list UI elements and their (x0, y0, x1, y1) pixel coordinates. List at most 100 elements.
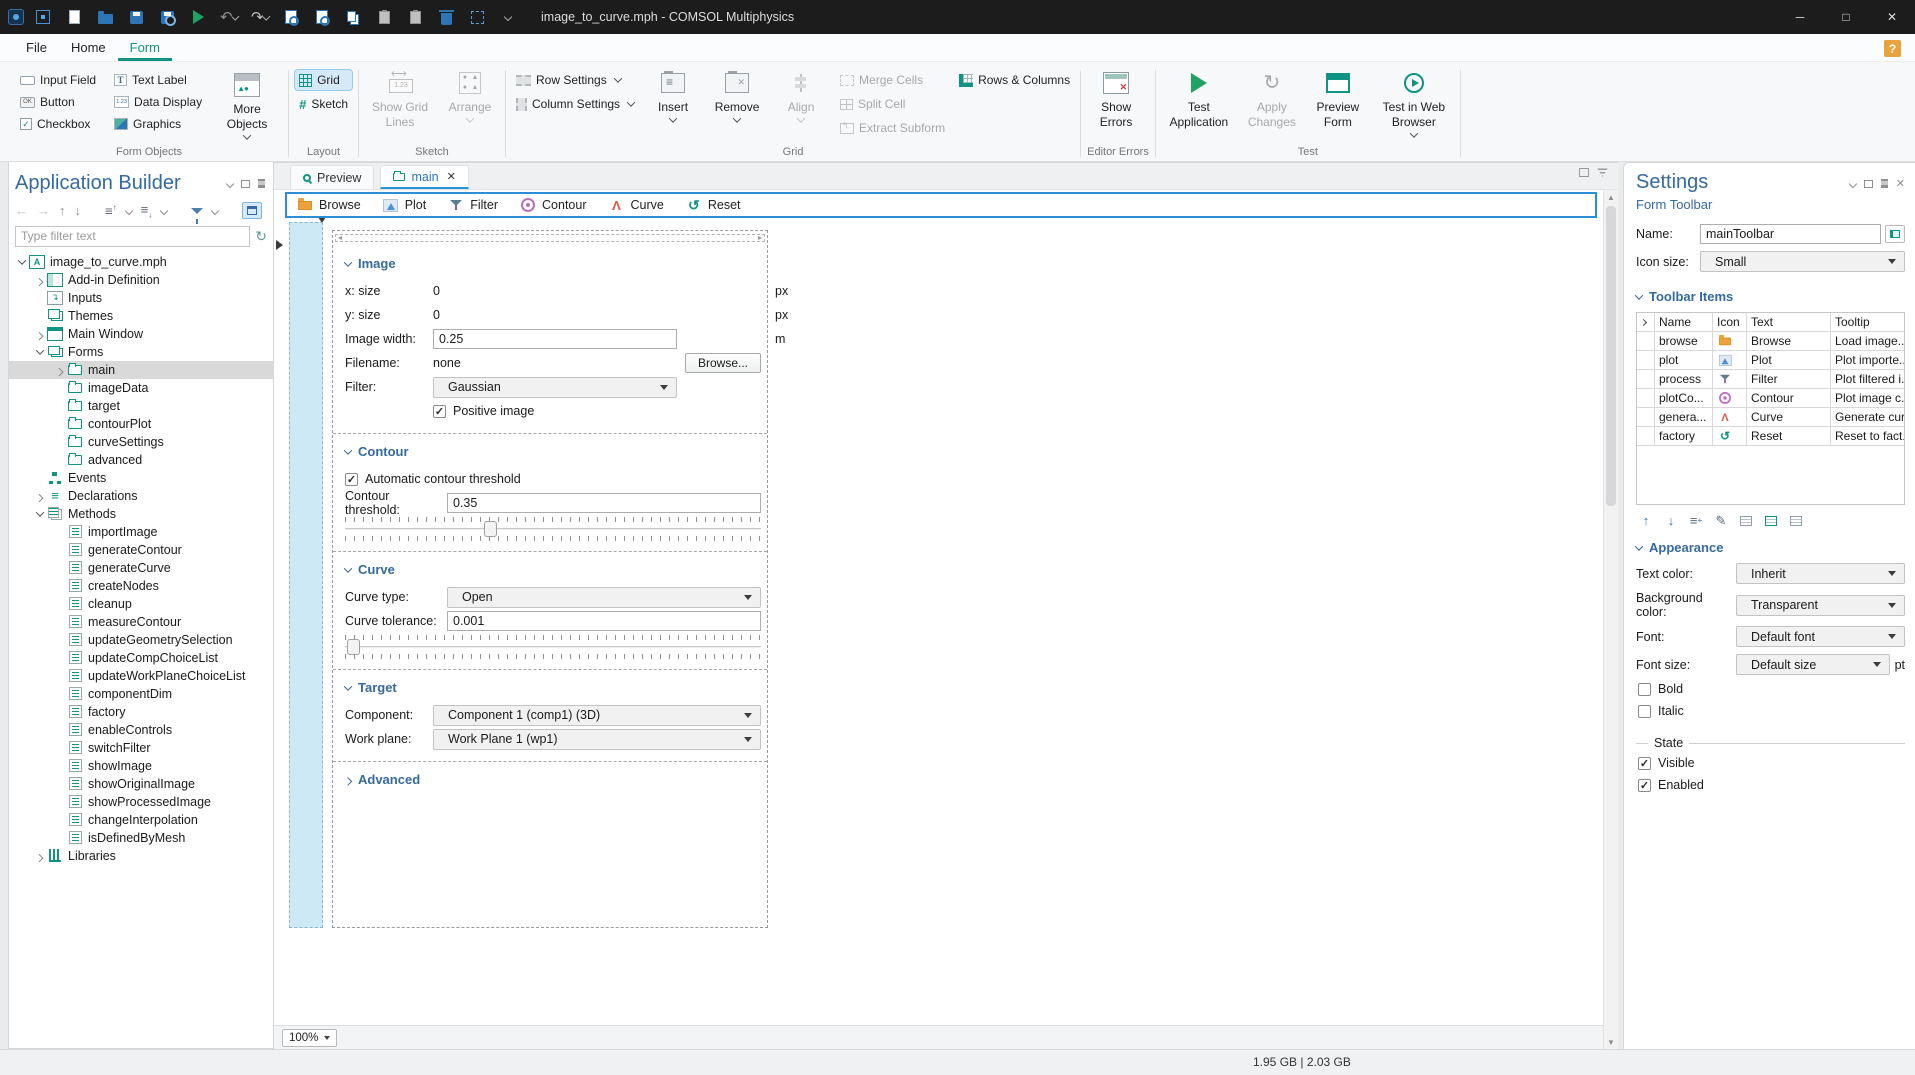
tree-item[interactable]: enableControls (9, 721, 273, 739)
positive-image-checkbox[interactable] (433, 404, 446, 418)
text-color-dropdown[interactable]: Inherit (1736, 563, 1905, 584)
add-item-icon[interactable]: ≡ + (1688, 513, 1704, 528)
tree-item[interactable]: cleanup (9, 595, 273, 613)
collapse-section-icon[interactable] (343, 681, 353, 691)
curve-type-dropdown[interactable]: Open (447, 586, 761, 608)
compile-icon[interactable] (313, 8, 331, 26)
tree-item[interactable]: importImage (9, 523, 273, 541)
editor-vertical-scrollbar[interactable]: ▲ ▼ (1603, 190, 1618, 1049)
icon-cell[interactable] (1713, 351, 1747, 370)
table-row[interactable]: plot Plot Plot importe... (1637, 351, 1904, 370)
tree-expander-icon[interactable] (53, 367, 67, 373)
show-grid-lines-button[interactable]: Show Grid Lines (365, 66, 435, 130)
preview-file-icon[interactable] (282, 8, 300, 26)
split-cell-button[interactable]: Split Cell (836, 94, 949, 114)
tree-item[interactable]: image_to_curve.mph (9, 253, 273, 271)
tree-item[interactable]: generateCurve (9, 559, 273, 577)
tooltip-cell[interactable]: Generate cur... (1831, 408, 1904, 427)
contour-threshold-slider[interactable] (345, 517, 761, 541)
close-panel-icon[interactable]: ✕ (1896, 177, 1905, 190)
show-errors-button[interactable]: Show Errors (1087, 66, 1145, 130)
tooltip-cell[interactable]: Plot filtered i... (1831, 370, 1904, 389)
data-display-button[interactable]: 1.23 Data Display (110, 92, 206, 112)
icon-cell[interactable] (1713, 370, 1747, 389)
close-tab-icon[interactable]: ✕ (447, 170, 456, 183)
name-cell[interactable]: plotCo... (1655, 389, 1713, 408)
tree-item[interactable]: contourPlot (9, 415, 273, 433)
panel-menu-chevron-icon[interactable] (225, 179, 235, 188)
tree-item[interactable]: Add-in Definition (9, 271, 273, 289)
text-cell[interactable]: Filter (1747, 370, 1831, 389)
test-in-web-browser-button[interactable]: Test in Web Browser (1374, 66, 1454, 138)
form-toolbar-object[interactable]: Browse Plot Filter Contour Λ Curve ↺ Res… (285, 192, 1597, 218)
save-as-icon[interactable] (158, 8, 176, 26)
chevron-down-icon[interactable] (159, 206, 169, 216)
float-panel-icon[interactable] (1863, 179, 1873, 188)
customize-toolbar-chevron-icon[interactable] (499, 8, 517, 26)
text-cell[interactable]: Reset (1747, 427, 1831, 446)
curve-tolerance-input[interactable] (447, 611, 761, 631)
duplicate-icon[interactable] (406, 8, 424, 26)
toolbar-items-section-header[interactable]: Toolbar Items (1634, 289, 1905, 304)
icon-size-dropdown[interactable]: Small (1700, 251, 1905, 272)
text-cell[interactable]: Plot (1747, 351, 1831, 370)
arrange-button[interactable]: ● ▲ ● ▲ Arrange (441, 66, 499, 123)
tab-main[interactable]: main ✕ (380, 165, 469, 189)
tooltip-cell[interactable]: Plot image c... (1831, 389, 1904, 408)
slider-thumb[interactable] (347, 639, 360, 655)
icon-cell[interactable] (1713, 408, 1747, 427)
pin-panel-icon[interactable] (1880, 179, 1888, 188)
form-toolbar-item[interactable]: Contour (520, 198, 587, 212)
name-cell[interactable]: plot (1655, 351, 1713, 370)
table-row[interactable]: process Filter Plot filtered i... (1637, 370, 1904, 389)
italic-checkbox[interactable] (1638, 704, 1651, 718)
panel-menu-chevron-icon[interactable] (1848, 179, 1858, 188)
merge-cells-button[interactable]: Merge Cells (836, 70, 949, 90)
tree-item[interactable]: curveSettings (9, 433, 273, 451)
remove-button[interactable]: Remove (708, 66, 766, 123)
scroll-up-icon[interactable]: ▲ (1607, 190, 1615, 204)
button-object-button[interactable]: OK Button (16, 92, 100, 112)
redo-icon[interactable]: ↷ (251, 8, 271, 26)
minimize-button[interactable]: ─ (1777, 0, 1823, 34)
toolbar-name-input[interactable] (1700, 224, 1881, 244)
tree-item[interactable]: Libraries (9, 847, 273, 865)
tree-item[interactable]: showImage (9, 757, 273, 775)
tree-item[interactable]: Events (9, 469, 273, 487)
tree-item[interactable]: imageData (9, 379, 273, 397)
new-file-icon[interactable] (65, 8, 83, 26)
name-cell[interactable]: browse (1655, 332, 1713, 351)
tab-form[interactable]: Form (117, 36, 172, 61)
tree-item[interactable]: changeInterpolation (9, 811, 273, 829)
automatic-contour-threshold-checkbox[interactable] (345, 472, 358, 486)
apply-changes-button[interactable]: ↻ Apply Changes (1242, 66, 1302, 130)
contour-threshold-input[interactable] (447, 493, 761, 513)
tab-preview[interactable]: Preview (290, 165, 375, 189)
expand-section-icon[interactable] (343, 776, 353, 786)
expand-all-icon[interactable]: ≡↓ (141, 202, 153, 220)
tree-item[interactable]: isDefinedByMesh (9, 829, 273, 847)
rename-button[interactable] (1885, 225, 1905, 243)
copy-icon[interactable] (344, 8, 362, 26)
preview-form-button[interactable]: Preview Form (1308, 66, 1368, 130)
tree-item[interactable]: Main Window (9, 325, 273, 343)
tree-item[interactable]: factory (9, 703, 273, 721)
tree-item[interactable]: componentDim (9, 685, 273, 703)
collapse-section-icon[interactable] (343, 563, 353, 573)
delete-item-icon[interactable] (1788, 513, 1804, 528)
tree-item[interactable]: target (9, 397, 273, 415)
scrollbar-thumb[interactable] (1606, 206, 1616, 506)
text-cell[interactable]: Curve (1747, 408, 1831, 427)
tree-item[interactable]: updateWorkPlaneChoiceList (9, 667, 273, 685)
add-menu-icon[interactable] (1763, 513, 1779, 528)
open-icon[interactable] (96, 8, 114, 26)
form-grid-outline[interactable]: Image x: size 0 px y: size 0 px Image width:… (332, 230, 788, 928)
tree-item[interactable]: Declarations (9, 487, 273, 505)
add-separator-icon[interactable] (1738, 513, 1754, 528)
browse-file-button[interactable]: Browse... (684, 353, 761, 373)
form-toolbar-item[interactable]: Plot (383, 198, 426, 212)
help-button[interactable]: ? (1884, 40, 1901, 57)
grid-mode-button[interactable]: Grid (294, 69, 353, 91)
align-button[interactable]: Align (772, 66, 830, 123)
component-dropdown[interactable]: Component 1 (comp1) (3D) (433, 704, 761, 726)
